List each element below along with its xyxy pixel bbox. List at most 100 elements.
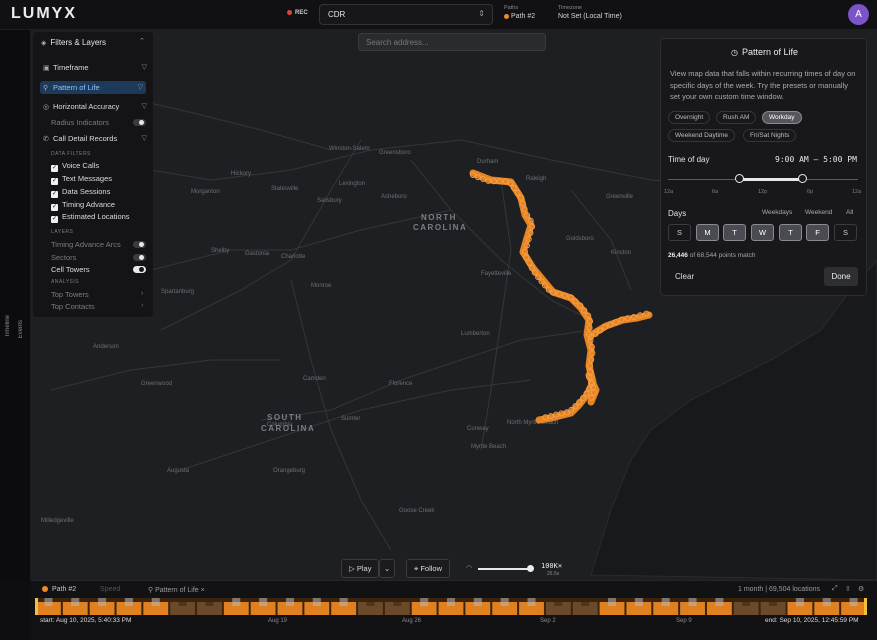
timeline-window-marker [849, 598, 858, 606]
timeline-window-marker [795, 598, 804, 606]
days-all-link[interactable]: All [846, 209, 853, 216]
preset-workday[interactable]: Workday [762, 111, 802, 124]
follow-button[interactable]: ⌖ Follow [406, 559, 450, 578]
timeline-start-handle[interactable] [35, 598, 38, 615]
paths-label: Paths [504, 5, 519, 11]
filter-horizontal-accuracy[interactable]: ◎ Horizontal Accuracy ▽ [43, 102, 147, 111]
time-tick: 6a [712, 189, 719, 195]
filter-accuracy-label: Horizontal Accuracy [53, 102, 120, 111]
svg-text:Fayetteville: Fayetteville [481, 271, 512, 277]
source-select-value: CDR [328, 10, 346, 19]
source-select[interactable]: CDR ⇕ [319, 4, 493, 25]
data-filters-heading: DATA FILTERS [51, 151, 91, 157]
timing-advance-arcs-toggle[interactable] [133, 241, 146, 248]
day-friday[interactable]: F [806, 224, 829, 241]
day-tuesday[interactable]: T [723, 224, 746, 241]
timeline-window-marker [446, 598, 456, 606]
paths-info[interactable]: Paths Path #2 [504, 5, 535, 20]
speed-slider-handle[interactable] [527, 565, 534, 572]
expand-icon[interactable]: ⤢ [832, 585, 838, 593]
radius-indicators-label: Radius Indicators [51, 118, 109, 127]
timeline-window-marker [608, 598, 617, 606]
filter-cdr-label: Call Detail Records [53, 134, 118, 143]
checkbox-icon[interactable]: ✓ [51, 216, 58, 223]
svg-text:Myrtle Beach: Myrtle Beach [471, 444, 506, 450]
split-icon[interactable]: ⇳ [845, 585, 851, 593]
rail-timeline-tab[interactable]: Timeline [5, 315, 11, 337]
speed-slider[interactable] [478, 568, 531, 570]
chevron-right-icon: › [141, 302, 144, 309]
day-sunday[interactable]: S [668, 224, 691, 241]
timeline-histogram[interactable] [35, 598, 867, 615]
done-button[interactable]: Done [824, 267, 858, 286]
timezone-info[interactable]: Timezone Not Set (Local Time) [558, 5, 622, 20]
timeline-window-marker [178, 598, 187, 606]
preset-fri-sat-nights[interactable]: Fri/Sat Nights [743, 129, 797, 142]
filter-timeframe[interactable]: ▣ Timeframe ▽ [43, 63, 147, 72]
svg-text:Winston-Salem: Winston-Salem [329, 146, 370, 152]
preset-rush-am[interactable]: Rush AM [716, 111, 757, 124]
preset-weekend-daytime[interactable]: Weekend Daytime [668, 129, 735, 142]
check-estimated-locations[interactable]: ✓ Estimated Locations [51, 212, 130, 223]
svg-text:Augusta: Augusta [167, 468, 190, 474]
day-thursday[interactable]: T [779, 224, 802, 241]
analysis-top-towers[interactable]: Top Towers [51, 290, 155, 299]
checkbox-icon[interactable]: ✓ [51, 165, 58, 172]
preset-overnight[interactable]: Overnight [668, 111, 711, 124]
filter-funnel-icon[interactable]: ▽ [142, 63, 147, 71]
rail-events-tab[interactable]: Events [18, 320, 24, 338]
clear-button[interactable]: Clear [675, 272, 694, 281]
days-weekend-link[interactable]: Weekend [805, 209, 832, 216]
time-slider-end-handle[interactable] [798, 174, 807, 183]
close-icon[interactable]: × [201, 587, 205, 594]
checkbox-icon[interactable]: ✓ [51, 204, 58, 211]
match-count: 26,446 of 68,544 points match [668, 252, 755, 259]
check-text-messages[interactable]: ✓ Text Messages [51, 174, 112, 185]
rec-indicator: REC [287, 10, 308, 16]
check-data-sessions[interactable]: ✓ Data Sessions [51, 187, 110, 198]
check-voice-calls[interactable]: ✓ Voice Calls [51, 161, 99, 172]
layer-label: Sectors [51, 253, 77, 262]
timeline-window-marker [285, 598, 294, 606]
timeline-path-label[interactable]: Path #2 [42, 586, 76, 593]
check-timing-advance[interactable]: ✓ Timing Advance [51, 200, 115, 211]
timeline-window-marker [822, 598, 831, 606]
filter-funnel-icon[interactable]: ▽ [138, 83, 143, 91]
day-saturday[interactable]: S [834, 224, 857, 241]
day-monday[interactable]: M [696, 224, 719, 241]
cell-towers-toggle[interactable] [133, 266, 146, 273]
filter-funnel-icon[interactable]: ▽ [142, 134, 147, 142]
play-icon: ▷ [349, 564, 357, 573]
address-search-input[interactable]: Search address... [358, 33, 546, 51]
collapse-icon[interactable]: ⌃ [139, 37, 145, 45]
radius-indicators-toggle[interactable] [133, 119, 146, 126]
day-wednesday[interactable]: W [751, 224, 774, 241]
filter-call-detail-records[interactable]: ✆ Call Detail Records ▽ [43, 134, 147, 143]
time-slider-start-handle[interactable] [735, 174, 744, 183]
svg-text:Sumter: Sumter [341, 416, 360, 422]
timeline-speed-tab[interactable]: Speed [100, 586, 120, 593]
checkbox-icon[interactable]: ✓ [51, 178, 58, 185]
timeline-pattern-tab[interactable]: ⚲ Pattern of Life × [148, 586, 205, 594]
timeline-pattern-text: Pattern of Life [155, 587, 199, 594]
svg-text:Shelby: Shelby [211, 248, 229, 254]
timeline-end-handle[interactable] [864, 598, 867, 615]
path-dot-icon [42, 586, 48, 592]
checkbox-icon[interactable]: ✓ [51, 191, 58, 198]
gear-icon[interactable]: ⚙ [858, 585, 864, 593]
filter-funnel-icon[interactable]: ▽ [142, 102, 147, 110]
timeline-end: end: Sep 10, 2025, 12:45:59 PM [765, 617, 859, 624]
analysis-label: Top Contacts [51, 302, 95, 311]
svg-text:Gastonia: Gastonia [245, 251, 270, 257]
play-button[interactable]: ▷ Play [341, 559, 380, 578]
timeline-window-marker [98, 598, 107, 606]
timeline-window-marker [151, 598, 160, 606]
avatar[interactable]: A [848, 4, 869, 25]
layer-label: Cell Towers [51, 265, 90, 274]
analysis-top-contacts[interactable]: Top Contacts [51, 302, 155, 311]
days-weekdays-link[interactable]: Weekdays [762, 209, 792, 216]
timeline-window-marker [393, 598, 402, 606]
sectors-toggle[interactable] [133, 254, 146, 261]
filter-pattern-of-life[interactable]: ⚲ Pattern of Life ▽ [40, 81, 146, 94]
playback-options-button[interactable]: ⌄ [379, 559, 396, 578]
